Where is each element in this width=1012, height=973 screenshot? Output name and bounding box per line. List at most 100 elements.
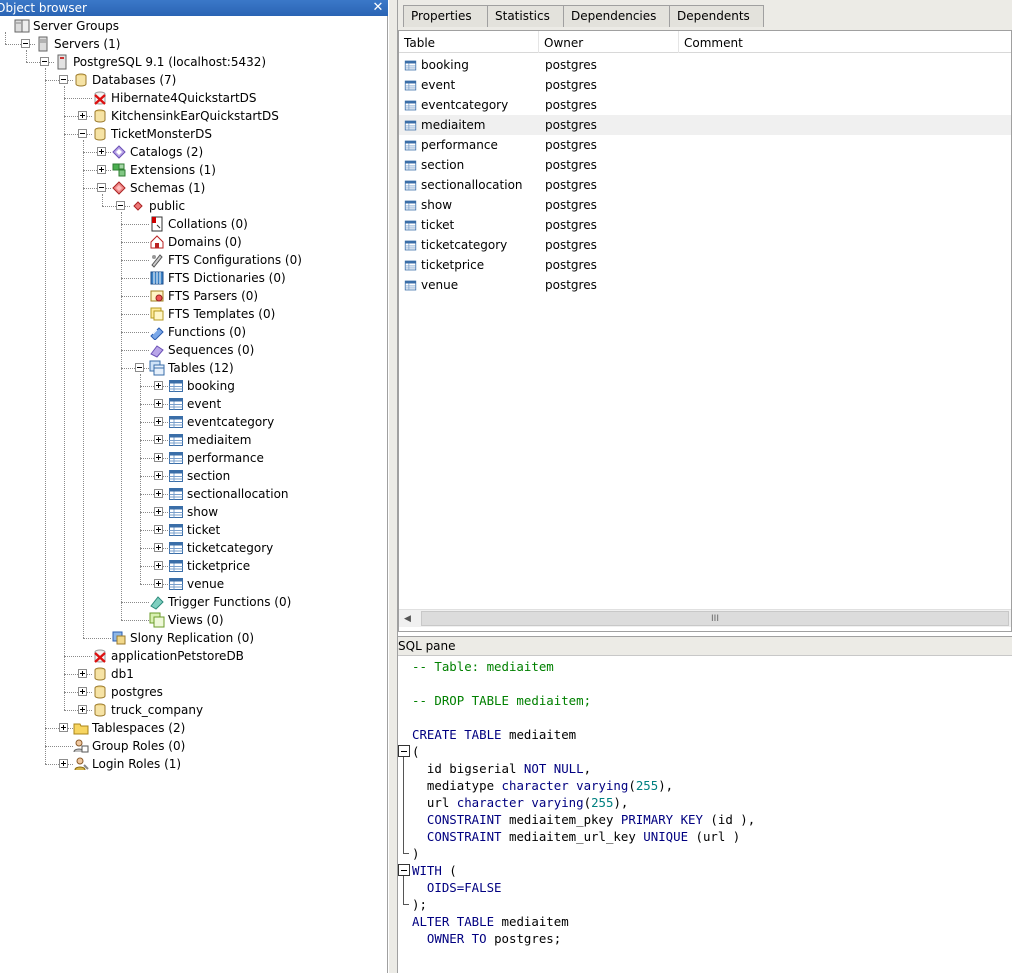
tree-item[interactable]: Views (0): [0, 611, 386, 629]
column-header-table[interactable]: Table: [399, 31, 539, 53]
expand-icon[interactable]: [154, 417, 163, 426]
tree-item[interactable]: booking: [0, 377, 386, 395]
tab-dependencies[interactable]: Dependencies: [563, 5, 670, 27]
expand-icon[interactable]: [154, 435, 163, 444]
list-row[interactable]: ticketcategory postgres: [399, 235, 1011, 255]
tree-item[interactable]: KitchensinkEarQuickstartDS: [0, 107, 386, 125]
tree-item[interactable]: Trigger Functions (0): [0, 593, 386, 611]
tree-item[interactable]: Server Groups: [0, 17, 386, 35]
tree-item[interactable]: Login Roles (1): [0, 755, 386, 773]
tree-item[interactable]: Group Roles (0): [0, 737, 386, 755]
tree-item[interactable]: Extensions (1): [0, 161, 386, 179]
tree-item[interactable]: FTS Configurations (0): [0, 251, 386, 269]
tree-item[interactable]: sectionallocation: [0, 485, 386, 503]
expand-icon[interactable]: [154, 399, 163, 408]
tree-item[interactable]: show: [0, 503, 386, 521]
sql-editor[interactable]: -- Table: mediaitem -- DROP TABLE mediait…: [398, 656, 1012, 973]
list-row[interactable]: mediaitem postgres: [399, 115, 1011, 135]
expand-icon[interactable]: [154, 543, 163, 552]
tab-statistics[interactable]: Statistics: [487, 5, 564, 27]
cell-table: venue: [421, 278, 459, 292]
expand-icon[interactable]: [78, 687, 87, 696]
expand-icon[interactable]: [154, 525, 163, 534]
tree-item[interactable]: db1: [0, 665, 386, 683]
expand-icon[interactable]: [59, 723, 68, 732]
expand-icon[interactable]: [78, 111, 87, 120]
expand-icon[interactable]: [97, 147, 106, 156]
tree-item[interactable]: ticket: [0, 521, 386, 539]
tree-item-label: Server Groups: [33, 19, 119, 33]
tree-item[interactable]: Catalogs (2): [0, 143, 386, 161]
tree-item[interactable]: FTS Templates (0): [0, 305, 386, 323]
tree-item[interactable]: venue: [0, 575, 386, 593]
tree-item[interactable]: postgres: [0, 683, 386, 701]
collapse-icon[interactable]: [78, 129, 87, 138]
tree-item[interactable]: applicationPetstoreDB: [0, 647, 386, 665]
expand-icon[interactable]: [154, 489, 163, 498]
expand-icon[interactable]: [97, 165, 106, 174]
column-header-comment[interactable]: Comment: [679, 31, 1011, 53]
expand-icon[interactable]: [154, 579, 163, 588]
tree-item[interactable]: mediaitem: [0, 431, 386, 449]
tree-item[interactable]: public: [0, 197, 386, 215]
tree-item[interactable]: Domains (0): [0, 233, 386, 251]
horizontal-scrollbar[interactable]: ◀ III: [399, 609, 1011, 627]
tree-item[interactable]: ticketcategory: [0, 539, 386, 557]
list-row[interactable]: ticketprice postgres: [399, 255, 1011, 275]
tree-item[interactable]: Hibernate4QuickstartDS: [0, 89, 386, 107]
scroll-thumb[interactable]: III: [421, 611, 1009, 626]
list-row[interactable]: booking postgres: [399, 55, 1011, 75]
tab-dependents[interactable]: Dependents: [669, 5, 764, 27]
column-header-owner[interactable]: Owner: [539, 31, 679, 53]
list-row[interactable]: performance postgres: [399, 135, 1011, 155]
expand-icon[interactable]: [78, 669, 87, 678]
list-row[interactable]: show postgres: [399, 195, 1011, 215]
tree-item[interactable]: Collations (0): [0, 215, 386, 233]
tree-item[interactable]: truck_company: [0, 701, 386, 719]
fold-collapse-icon[interactable]: [398, 745, 410, 757]
fold-collapse-icon[interactable]: [398, 864, 410, 876]
tree-item[interactable]: section: [0, 467, 386, 485]
tree-item[interactable]: FTS Dictionaries (0): [0, 269, 386, 287]
expand-icon[interactable]: [154, 453, 163, 462]
collapse-icon[interactable]: [59, 75, 68, 84]
collapse-icon[interactable]: [40, 57, 49, 66]
tree-item[interactable]: Slony Replication (0): [0, 629, 386, 647]
tree-item[interactable]: event: [0, 395, 386, 413]
collapse-icon[interactable]: [135, 363, 144, 372]
list-row[interactable]: event postgres: [399, 75, 1011, 95]
expand-icon[interactable]: [154, 507, 163, 516]
tree-item[interactable]: FTS Parsers (0): [0, 287, 386, 305]
collapse-icon[interactable]: [97, 183, 106, 192]
close-icon[interactable]: ✕: [372, 0, 384, 16]
table-icon: [168, 576, 184, 592]
tree-item[interactable]: eventcategory: [0, 413, 386, 431]
collapse-icon[interactable]: [116, 201, 125, 210]
list-row[interactable]: eventcategory postgres: [399, 95, 1011, 115]
tree-item[interactable]: Databases (7): [0, 71, 386, 89]
tree-item[interactable]: ticketprice: [0, 557, 386, 575]
tree-item[interactable]: Sequences (0): [0, 341, 386, 359]
panel-splitter[interactable]: [388, 0, 398, 973]
expand-icon[interactable]: [78, 705, 87, 714]
trigger-functions-icon: [149, 594, 165, 610]
expand-icon[interactable]: [154, 471, 163, 480]
list-row[interactable]: ticket postgres: [399, 215, 1011, 235]
expand-icon[interactable]: [154, 561, 163, 570]
list-row[interactable]: sectionallocation postgres: [399, 175, 1011, 195]
collapse-icon[interactable]: [21, 39, 30, 48]
expand-icon[interactable]: [59, 759, 68, 768]
scroll-left-icon[interactable]: ◀: [404, 614, 411, 624]
list-row[interactable]: venue postgres: [399, 275, 1011, 295]
tab-properties[interactable]: Properties: [403, 5, 488, 27]
list-row[interactable]: section postgres: [399, 155, 1011, 175]
tree-item[interactable]: Tablespaces (2): [0, 719, 386, 737]
tree-item[interactable]: PostgreSQL 9.1 (localhost:5432): [0, 53, 386, 71]
tree-item[interactable]: Servers (1): [0, 35, 386, 53]
tree-item[interactable]: Schemas (1): [0, 179, 386, 197]
tree-item[interactable]: performance: [0, 449, 386, 467]
tree-item[interactable]: Functions (0): [0, 323, 386, 341]
tree-item[interactable]: Tables (12): [0, 359, 386, 377]
tree-item[interactable]: TicketMonsterDS: [0, 125, 386, 143]
expand-icon[interactable]: [154, 381, 163, 390]
